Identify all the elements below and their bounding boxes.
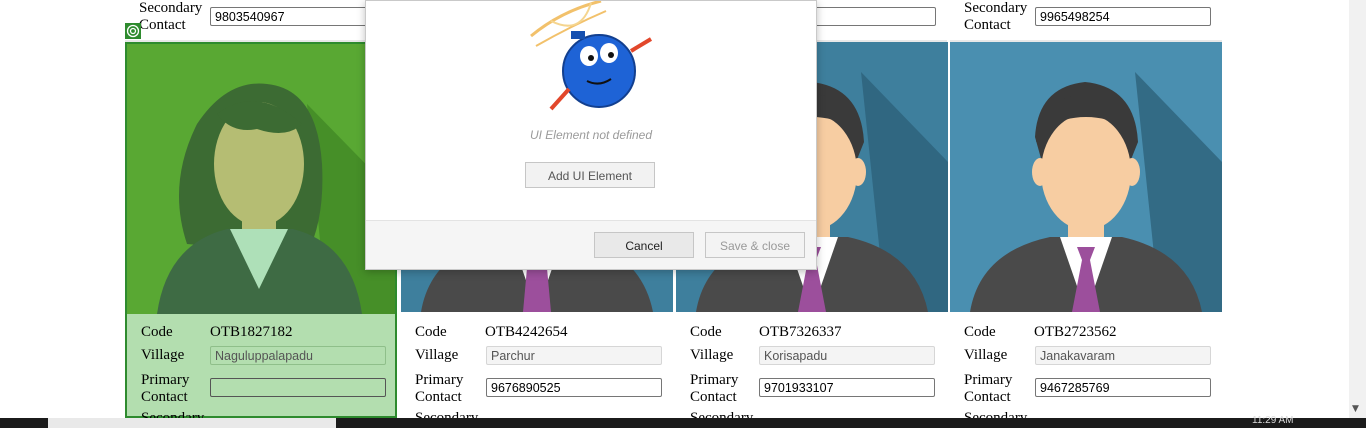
secondary-contact-field[interactable]: [815, 7, 936, 26]
taskbar-clock[interactable]: 11:29 AM: [1252, 416, 1294, 426]
secondary-contact-field[interactable]: 9803540967: [210, 7, 386, 26]
primary-contact-field[interactable]: 9676890525: [486, 378, 662, 397]
card-top-1: Secondary Contact 9803540967: [125, 0, 397, 42]
secondary-contact-label: Secondary Contact: [139, 0, 203, 33]
code-label: Code: [141, 324, 173, 340]
save-close-button[interactable]: Save & close: [705, 232, 805, 258]
code-label: Code: [690, 324, 722, 340]
card-top-3: [815, 0, 947, 42]
primary-contact-field[interactable]: 9701933107: [759, 378, 935, 397]
village-field[interactable]: Korisapadu: [759, 346, 935, 365]
code-value: OTB1827182: [210, 324, 293, 340]
female-avatar-image: [127, 44, 395, 314]
code-value: OTB2723562: [1034, 324, 1117, 340]
code-label: Code: [964, 324, 996, 340]
village-field[interactable]: Parchur: [486, 346, 662, 365]
village-label: Village: [964, 347, 1008, 363]
primary-contact-label: Primary Contact: [690, 372, 739, 405]
robot-illustration: [521, 0, 661, 119]
secondary-contact-field[interactable]: 9965498254: [1035, 7, 1211, 26]
ui-element-dialog: UI Element not defined Add UI Element Ca…: [365, 0, 817, 270]
scroll-down-arrow-icon[interactable]: ▼: [1352, 404, 1359, 414]
code-label: Code: [415, 324, 447, 340]
dialog-footer: Cancel Save & close: [366, 220, 816, 269]
card-top-4: Secondary Contact 9965498254: [950, 0, 1222, 42]
primary-contact-label: Primary Contact: [415, 372, 464, 405]
taskbar-search-box[interactable]: [48, 418, 336, 428]
primary-contact-field[interactable]: [210, 378, 386, 397]
code-value: OTB4242654: [485, 324, 568, 340]
primary-contact-label: Primary Contact: [964, 372, 1013, 405]
village-label: Village: [141, 347, 185, 363]
village-field[interactable]: Naguluppalapadu: [210, 346, 386, 365]
secondary-contact-label: Secondary Contact: [964, 0, 1028, 33]
taskbar: 11:29 AM: [0, 416, 1366, 428]
village-label: Village: [690, 347, 734, 363]
village-field[interactable]: Janakavaram: [1035, 346, 1211, 365]
empty-state-message: UI Element not defined: [529, 128, 653, 142]
add-ui-element-button[interactable]: Add UI Element: [525, 162, 655, 188]
person-card-1[interactable]: Code OTB1827182 Village Naguluppalapadu …: [125, 42, 397, 426]
person-card-4[interactable]: Code OTB2723562 Village Janakavaram Prim…: [950, 42, 1222, 426]
vertical-scrollbar[interactable]: ▼: [1349, 0, 1366, 418]
male-avatar-image: [950, 42, 1222, 312]
cancel-button[interactable]: Cancel: [594, 232, 694, 258]
primary-contact-label: Primary Contact: [141, 372, 190, 405]
code-value: OTB7326337: [759, 324, 842, 340]
primary-contact-field[interactable]: 9467285769: [1035, 378, 1211, 397]
page-background: [0, 0, 124, 418]
village-label: Village: [415, 347, 459, 363]
selection-target-icon[interactable]: [125, 23, 141, 39]
